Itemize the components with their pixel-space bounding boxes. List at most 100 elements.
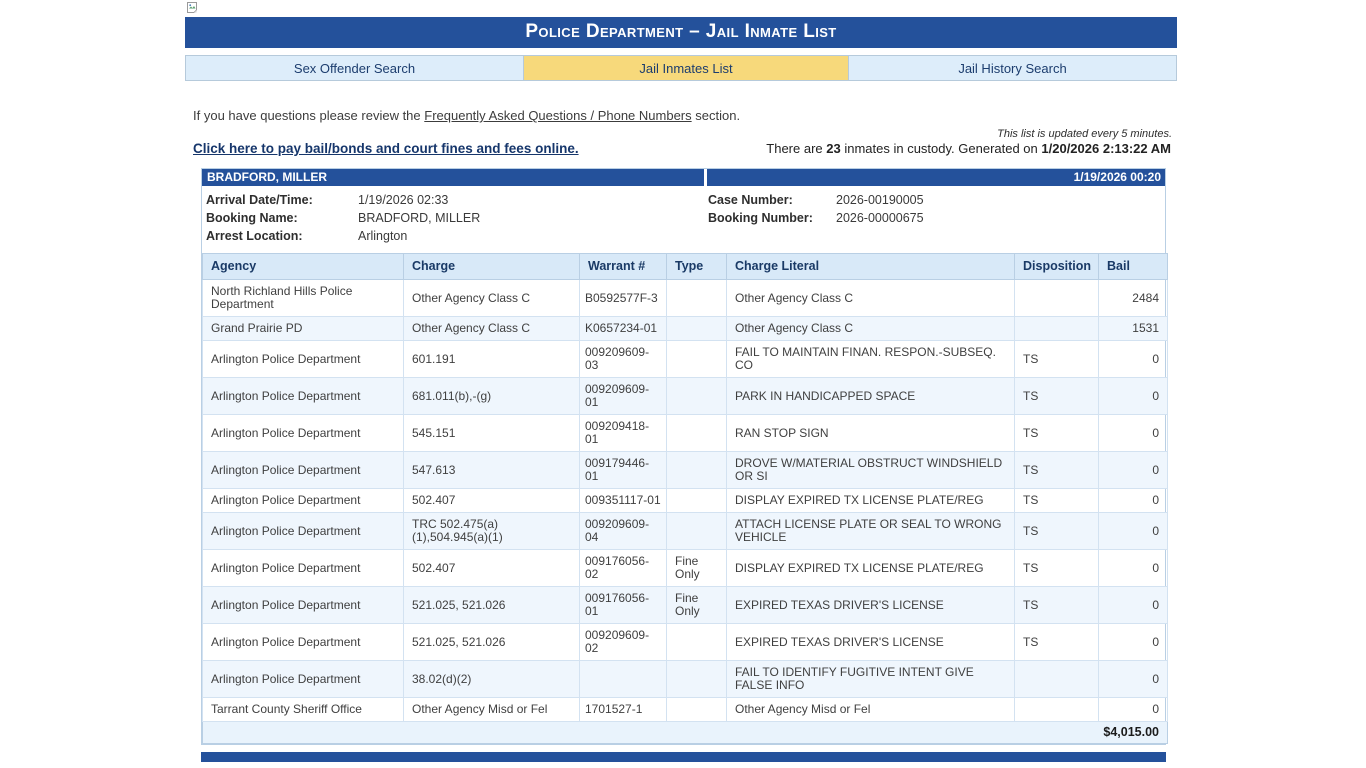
cell-literal: EXPIRED TEXAS DRIVER'S LICENSE <box>726 586 1015 624</box>
cell-disposition <box>1014 279 1099 317</box>
cell-bail: 0 <box>1098 414 1168 452</box>
detail-row: Booking Name: BRADFORD, MILLER <box>206 209 708 227</box>
table-row: Arlington Police Department 545.151 009209… <box>202 414 1168 452</box>
cell-agency: Arlington Police Department <box>202 340 404 378</box>
cell-disposition: TS <box>1014 623 1099 661</box>
cell-bail: 2484 <box>1098 279 1168 317</box>
cell-bail: 0 <box>1098 451 1168 489</box>
detail-label: Arrival Date/Time: <box>206 193 313 207</box>
cell-agency: Arlington Police Department <box>202 414 404 452</box>
cell-charge: 502.407 <box>403 549 580 587</box>
table-row: Arlington Police Department 681.011(b),-(… <box>202 377 1168 415</box>
cell-agency: North Richland Hills Police Department <box>202 279 404 317</box>
cell-charge: Other Agency Misd or Fel <box>403 697 580 722</box>
charges-tbody: North Richland Hills Police Department Ot… <box>202 279 1168 722</box>
cell-disposition: TS <box>1014 512 1099 550</box>
cell-disposition <box>1014 697 1099 722</box>
cell-type <box>666 340 727 378</box>
cell-literal: PARK IN HANDICAPPED SPACE <box>726 377 1015 415</box>
table-row: Arlington Police Department 601.191 009209… <box>202 340 1168 378</box>
faq-line: If you have questions please review the … <box>193 108 1177 123</box>
detail-row: Case Number: 2026-00190005 <box>708 191 1165 209</box>
pay-bail-link[interactable]: Click here to pay bail/bonds and court f… <box>193 141 579 156</box>
cell-type <box>666 316 727 341</box>
cell-disposition: TS <box>1014 451 1099 489</box>
tab-jail-inmates-list[interactable]: Jail Inmates List <box>524 55 849 81</box>
column-header-warrant: Warrant # <box>579 253 667 280</box>
cell-charge: TRC 502.475(a)(1),504.945(a)(1) <box>403 512 580 550</box>
cell-warrant: 009209418-01 <box>579 414 667 452</box>
detail-value: 1/19/2026 02:33 <box>358 193 449 207</box>
cell-charge: 38.02(d)(2) <box>403 660 580 698</box>
table-row: Grand Prairie PD Other Agency Class C K065… <box>202 316 1168 341</box>
cell-charge: 547.613 <box>403 451 580 489</box>
detail-row: Booking Number: 2026-00000675 <box>708 209 1165 227</box>
generated-timestamp: 1/20/2026 2:13:22 AM <box>1041 141 1171 156</box>
details-left: Arrival Date/Time: 1/19/2026 02:33 Booki… <box>206 191 708 245</box>
details-right: Case Number: 2026-00190005 Booking Numbe… <box>708 191 1165 245</box>
cell-type <box>666 660 727 698</box>
column-header-type: Type <box>666 253 727 280</box>
cell-literal: FAIL TO IDENTIFY FUGITIVE INTENT GIVE FA… <box>726 660 1015 698</box>
faq-link[interactable]: Frequently Asked Questions / Phone Numbe… <box>424 108 691 123</box>
cell-warrant: K0657234-01 <box>579 316 667 341</box>
cell-warrant <box>579 660 667 698</box>
total-row: $4,015.00 <box>202 721 1168 744</box>
cell-disposition <box>1014 316 1099 341</box>
page-title: Police Department – Jail Inmate List <box>185 17 1177 48</box>
cell-type: Fine Only <box>666 586 727 624</box>
pay-row: Click here to pay bail/bonds and court f… <box>185 141 1177 156</box>
cell-agency: Grand Prairie PD <box>202 316 404 341</box>
cell-agency: Arlington Police Department <box>202 549 404 587</box>
cell-bail: 0 <box>1098 549 1168 587</box>
cell-literal: DISPLAY EXPIRED TX LICENSE PLATE/REG <box>726 549 1015 587</box>
faq-suffix: section. <box>691 108 741 123</box>
inmate-name: BRADFORD, MILLER <box>207 170 327 184</box>
cell-type <box>666 279 727 317</box>
table-row: Arlington Police Department 38.02(d)(2) FA… <box>202 660 1168 698</box>
tab-label: Jail History Search <box>958 60 1067 76</box>
tab-label: Sex Offender Search <box>293 60 416 76</box>
cell-charge: 502.407 <box>403 488 580 513</box>
custody-status: There are 23 inmates in custody. Generat… <box>766 141 1171 156</box>
faq-prefix: If you have questions please review the <box>193 108 425 123</box>
table-row: North Richland Hills Police Department Ot… <box>202 279 1168 317</box>
detail-value: 2026-00190005 <box>836 193 924 207</box>
cell-warrant: 009351117-01 <box>579 488 667 513</box>
inmate-details: Arrival Date/Time: 1/19/2026 02:33 Booki… <box>202 186 1165 253</box>
cell-charge: 601.191 <box>403 340 580 378</box>
cell-type <box>666 697 727 722</box>
inmate-header-bar: BRADFORD, MILLER 1/19/2026 00:20 <box>202 169 1165 186</box>
tab-jail-history-search[interactable]: Jail History Search <box>849 55 1177 81</box>
column-header-agency: Agency <box>202 253 404 280</box>
table-row: Arlington Police Department 521.025, 521.… <box>202 623 1168 661</box>
custody-prefix: There are <box>766 141 827 156</box>
tab-sex-offender-search[interactable]: Sex Offender Search <box>185 55 524 81</box>
inmate-header-datetime: 1/19/2026 00:20 <box>1073 170 1161 184</box>
cell-warrant: 009179446-01 <box>579 451 667 489</box>
table-row: Arlington Police Department 502.407 009351… <box>202 488 1168 513</box>
column-header-disposition: Disposition <box>1014 253 1099 280</box>
table-row: Arlington Police Department 502.407 009176… <box>202 549 1168 587</box>
next-inmate-header-bar <box>201 752 1166 762</box>
cell-charge: Other Agency Class C <box>403 316 580 341</box>
cell-warrant: 009176056-01 <box>579 586 667 624</box>
cell-warrant: 009209609-01 <box>579 377 667 415</box>
cell-literal: Other Agency Class C <box>726 316 1015 341</box>
cell-literal: DISPLAY EXPIRED TX LICENSE PLATE/REG <box>726 488 1015 513</box>
charges-table: Agency Charge Warrant # Type Charge Literal D… <box>202 253 1168 744</box>
cell-agency: Arlington Police Department <box>202 623 404 661</box>
cell-bail: 0 <box>1098 697 1168 722</box>
cell-disposition: TS <box>1014 340 1099 378</box>
cell-literal: EXPIRED TEXAS DRIVER'S LICENSE <box>726 623 1015 661</box>
custody-mid: inmates in custody. Generated on <box>840 141 1042 156</box>
cell-type <box>666 414 727 452</box>
table-row: Arlington Police Department 547.613 009179… <box>202 451 1168 489</box>
cell-disposition: TS <box>1014 586 1099 624</box>
updated-note: This list is updated every 5 minutes. <box>997 128 1172 140</box>
table-row: Tarrant County Sheriff Office Other Agenc… <box>202 697 1168 722</box>
detail-label: Booking Number: <box>708 211 813 225</box>
detail-label: Booking Name: <box>206 211 298 225</box>
table-row: Arlington Police Department 521.025, 521.… <box>202 586 1168 624</box>
cell-charge: 521.025, 521.026 <box>403 586 580 624</box>
